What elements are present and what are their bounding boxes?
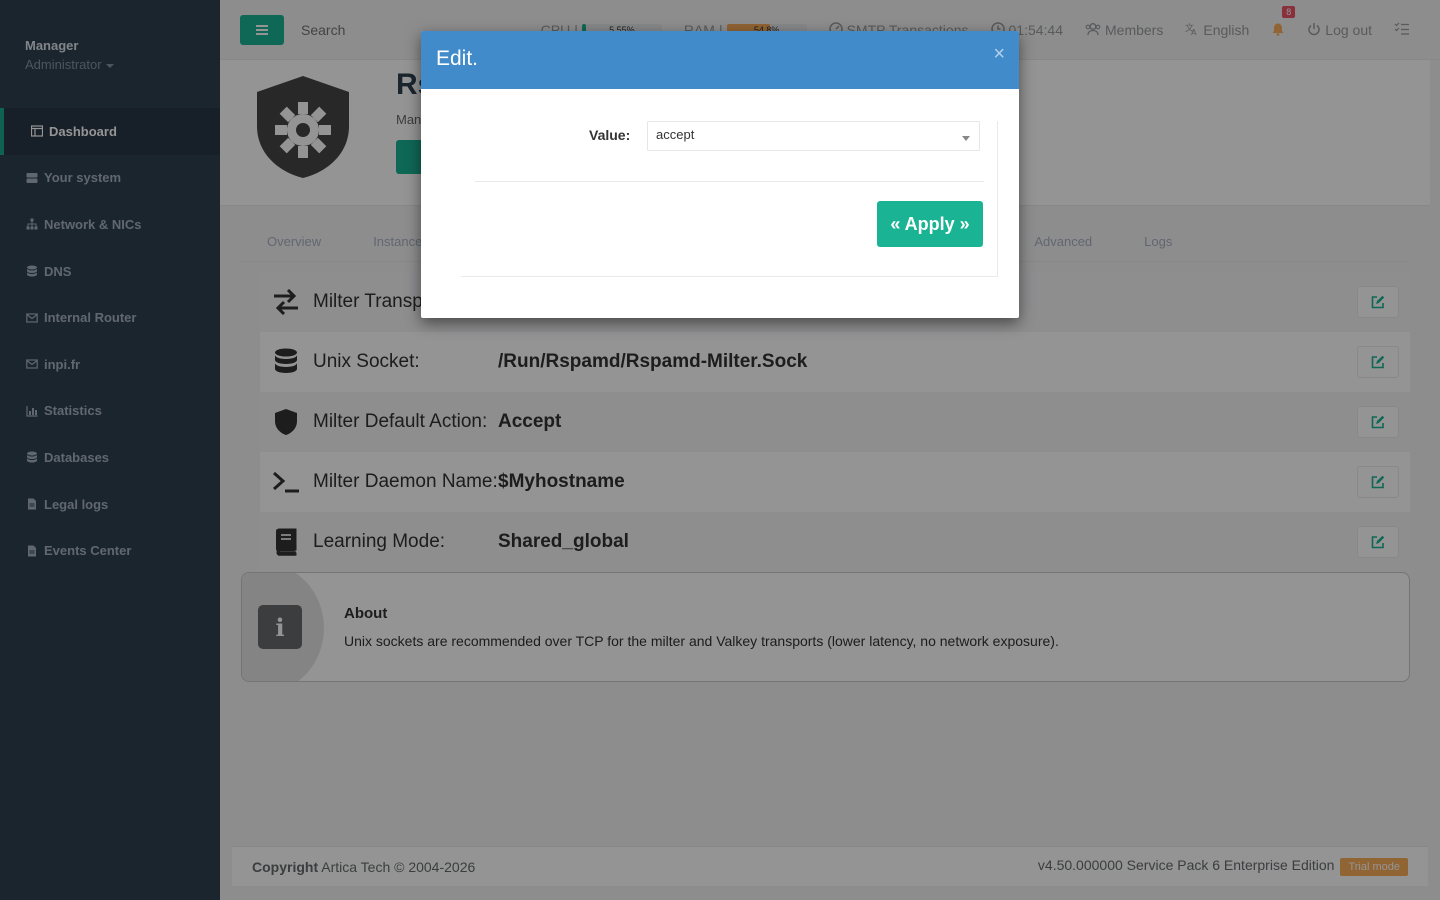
edit-modal: Edit. × Value: accept « Apply » — [421, 31, 1019, 318]
close-icon[interactable]: × — [993, 43, 1005, 66]
modal-form: Value: accept « Apply » — [461, 121, 998, 277]
modal-title: Edit. — [436, 47, 479, 70]
chevron-down-icon — [962, 136, 970, 141]
modal-header: Edit. × — [421, 31, 1019, 89]
value-label: Value: — [589, 127, 631, 143]
apply-button[interactable]: « Apply » — [877, 201, 983, 247]
value-select[interactable]: accept — [647, 121, 980, 151]
divider — [475, 181, 984, 182]
value-select-text: accept — [656, 127, 695, 142]
